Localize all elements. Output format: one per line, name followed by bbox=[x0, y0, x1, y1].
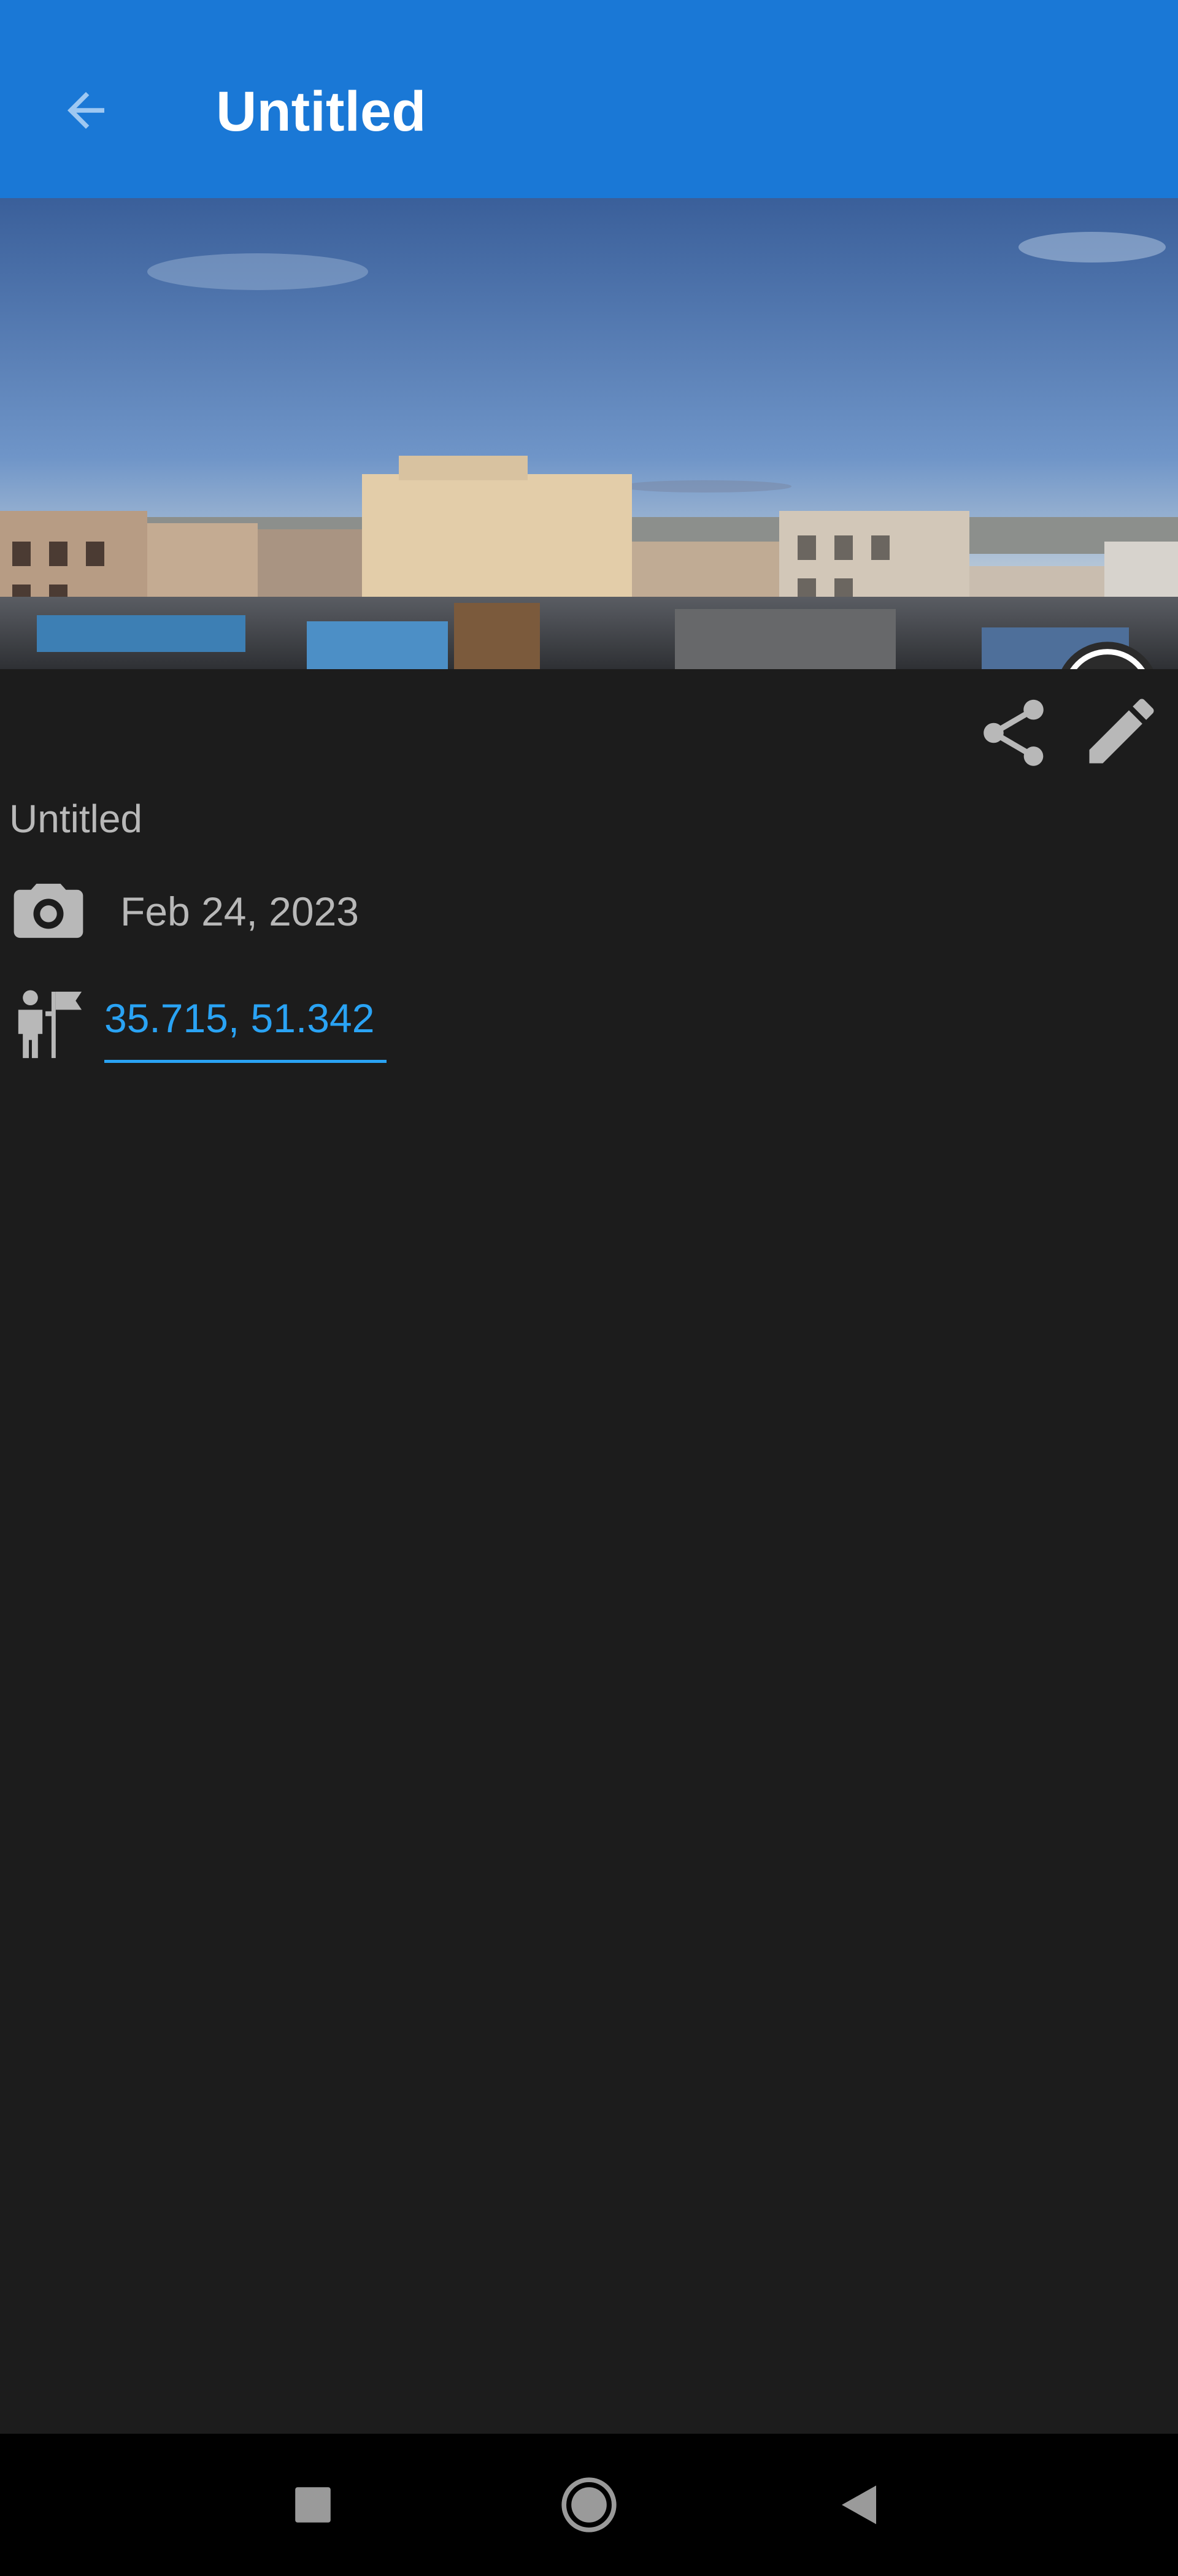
camera-icon bbox=[13, 883, 83, 938]
compass-button[interactable] bbox=[1052, 638, 1163, 669]
pencil-icon bbox=[1089, 699, 1154, 764]
system-nav-bar bbox=[0, 2434, 1178, 2576]
share-button[interactable] bbox=[971, 693, 1057, 773]
coordinates-underline bbox=[104, 1060, 387, 1063]
home-button[interactable] bbox=[552, 2468, 626, 2542]
compass-icon bbox=[1061, 642, 1153, 669]
nav-back-button[interactable] bbox=[822, 2468, 896, 2542]
capture-date-row: Feb 24, 2023 bbox=[12, 877, 564, 945]
person-flag-icon bbox=[18, 990, 82, 1059]
share-icon bbox=[984, 699, 1044, 766]
square-icon bbox=[295, 2487, 331, 2523]
capture-date: Feb 24, 2023 bbox=[120, 889, 359, 934]
coordinates-link[interactable]: 35.715, 51.342 bbox=[104, 994, 374, 1043]
recents-button[interactable] bbox=[276, 2468, 350, 2542]
triangle-back-icon bbox=[842, 2485, 876, 2524]
panorama-preview[interactable] bbox=[0, 198, 1178, 669]
arrow-left-icon bbox=[67, 92, 104, 129]
page-title: Untitled bbox=[216, 80, 426, 143]
circle-icon bbox=[561, 2477, 617, 2532]
location-row: 35.715, 51.342 bbox=[12, 981, 564, 1067]
panorama-image bbox=[0, 198, 1178, 669]
app-bar: Untitled bbox=[0, 0, 1178, 198]
panorama-name: Untitled bbox=[9, 797, 142, 841]
back-button[interactable] bbox=[49, 74, 123, 147]
edit-button[interactable] bbox=[1079, 688, 1165, 774]
